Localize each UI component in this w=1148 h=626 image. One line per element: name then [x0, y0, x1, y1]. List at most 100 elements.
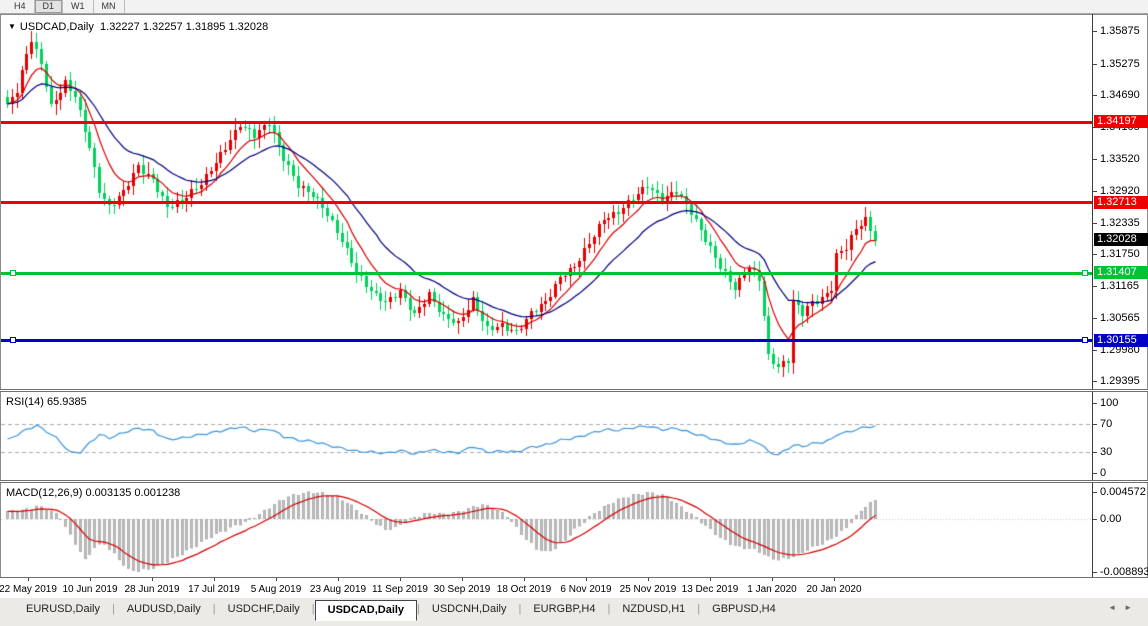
date-tick-mark	[834, 578, 835, 581]
date-tick-mark	[710, 578, 711, 581]
price-tick-mark	[1093, 95, 1097, 96]
macd-tick-label: 0.00	[1100, 513, 1121, 525]
level-line-1.30155[interactable]	[1, 339, 1092, 342]
date-tick-mark	[586, 578, 587, 581]
macd-values: 0.003135 0.001238	[85, 487, 180, 499]
rsi-tick-mark	[1093, 403, 1097, 404]
price-tick-mark	[1093, 254, 1097, 255]
chart-tab-audusd[interactable]: AUDUSD,Daily	[115, 600, 213, 619]
tab-scroll-right-icon[interactable]: ►	[1124, 603, 1140, 612]
date-tick-mark	[648, 578, 649, 581]
panel-splitter-macd[interactable]	[0, 480, 1148, 483]
tab-scroll-arrows: ◄►	[1108, 603, 1140, 612]
price-tick-mark	[1093, 191, 1097, 192]
price-tick-label: 1.35275	[1100, 58, 1140, 70]
chart-tab-usdchf[interactable]: USDCHF,Daily	[216, 600, 312, 619]
symbol-dropdown-arrow-icon[interactable]: ▼	[8, 22, 16, 31]
price-tick-mark	[1093, 318, 1097, 319]
period-tab-w1[interactable]: W1	[63, 0, 94, 13]
chart-tab-usdcnh[interactable]: USDCNH,Daily	[420, 600, 519, 619]
panel-splitter-rsi[interactable]	[0, 389, 1148, 392]
date-label: 13 Dec 2019	[682, 584, 739, 595]
level-line-handle[interactable]	[1082, 270, 1088, 276]
price-tick-mark	[1093, 381, 1097, 382]
period-tab-mn[interactable]: MN	[94, 0, 125, 13]
price-tick-label: 1.33520	[1100, 153, 1140, 165]
date-tick-mark	[276, 578, 277, 581]
date-label: 17 Jul 2019	[188, 584, 240, 595]
macd-tick-mark	[1093, 572, 1097, 573]
price-tick-label: 1.29395	[1100, 375, 1140, 387]
date-tick-mark	[28, 578, 29, 581]
date-tick-mark	[338, 578, 339, 581]
level-line-handle[interactable]	[10, 270, 16, 276]
tab-scroll-left-icon[interactable]: ◄	[1108, 603, 1124, 612]
price-tick-label: 1.30565	[1100, 312, 1140, 324]
date-tick-mark	[462, 578, 463, 581]
rsi-name: RSI(14)	[6, 396, 44, 408]
trading-terminal: H4D1W1MN ▼ USDCAD,Daily 1.32227 1.32257 1…	[0, 0, 1148, 626]
date-tick-mark	[524, 578, 525, 581]
chart-tab-nzdusd[interactable]: NZDUSD,H1	[610, 600, 697, 619]
macd-label: MACD(12,26,9) 0.003135 0.001238	[6, 487, 180, 499]
price-tick-label: 1.32335	[1100, 217, 1140, 229]
rsi-tick-label: 0	[1100, 467, 1106, 479]
date-tick-mark	[214, 578, 215, 581]
period-tabbar: H4D1W1MN	[0, 0, 1148, 14]
price-badge-1.32028: 1.32028	[1094, 233, 1148, 246]
level-line-1.31407[interactable]	[1, 272, 1092, 275]
date-tick-mark	[772, 578, 773, 581]
date-label: 25 Nov 2019	[620, 584, 677, 595]
rsi-tick-label: 30	[1100, 446, 1112, 458]
period-tab-h4[interactable]: H4	[6, 0, 35, 13]
rsi-tick-mark	[1093, 424, 1097, 425]
level-line-handle[interactable]	[1082, 337, 1088, 343]
period-tab-d1[interactable]: D1	[35, 0, 64, 13]
level-line-handle[interactable]	[10, 337, 16, 343]
price-badge-1.34197: 1.34197	[1094, 115, 1148, 128]
rsi-tick-mark	[1093, 473, 1097, 474]
chart-tab-gbpusd[interactable]: GBPUSD,H4	[700, 600, 788, 619]
date-label: 10 Jun 2019	[62, 584, 117, 595]
price-tick-mark	[1093, 286, 1097, 287]
date-axis: 22 May 201910 Jun 201928 Jun 201917 Jul …	[0, 577, 1148, 598]
macd-tick-label: 0.004572	[1100, 486, 1146, 498]
date-label: 20 Jan 2020	[806, 584, 861, 595]
price-tick-mark	[1093, 64, 1097, 65]
rsi-tick-mark	[1093, 452, 1097, 453]
date-label: 18 Oct 2019	[497, 584, 551, 595]
date-label: 1 Jan 2020	[747, 584, 797, 595]
level-line-1.32713[interactable]	[1, 201, 1092, 204]
rsi-panel-canvas[interactable]	[1, 392, 1091, 480]
quote-values: 1.32227 1.32257 1.31895 1.32028	[100, 21, 268, 33]
chart-tabbar: EURUSD,Daily|AUDUSD,Daily|USDCHF,Daily|U…	[0, 597, 1148, 626]
chart-tab-usdcad[interactable]: USDCAD,Daily	[315, 600, 417, 621]
chart-tab-eurgbp[interactable]: EURGBP,H4	[521, 600, 607, 619]
symbol-label: USDCAD,Daily	[20, 21, 94, 33]
price-tick-mark	[1093, 350, 1097, 351]
price-badge-1.31407: 1.31407	[1094, 266, 1148, 279]
macd-tick-mark	[1093, 492, 1097, 493]
macd-tick-label: -0.008893	[1100, 566, 1148, 578]
macd-tick-mark	[1093, 519, 1097, 520]
chart-tab-eurusd[interactable]: EURUSD,Daily	[14, 600, 112, 619]
rsi-tick-label: 70	[1100, 418, 1112, 430]
rsi-value: 65.9385	[47, 396, 87, 408]
price-tick-label: 1.35875	[1100, 25, 1140, 37]
date-label: 5 Aug 2019	[251, 584, 302, 595]
date-label: 11 Sep 2019	[372, 584, 428, 595]
rsi-label: RSI(14) 65.9385	[6, 396, 87, 408]
date-tick-mark	[152, 578, 153, 581]
price-tick-mark	[1093, 31, 1097, 32]
price-tick-mark	[1093, 159, 1097, 160]
date-label: 28 Jun 2019	[124, 584, 179, 595]
price-tick-label: 1.31165	[1100, 280, 1139, 292]
price-badge-1.32713: 1.32713	[1094, 196, 1148, 209]
chart-title: ▼ USDCAD,Daily 1.32227 1.32257 1.31895 1.…	[8, 21, 268, 33]
date-tick-mark	[400, 578, 401, 581]
rsi-tick-label: 100	[1100, 397, 1118, 409]
level-line-1.34197[interactable]	[1, 121, 1092, 124]
price-badge-1.30155: 1.30155	[1094, 334, 1148, 347]
chart-window: ▼ USDCAD,Daily 1.32227 1.32257 1.31895 1.…	[0, 14, 1148, 597]
date-label: 23 Aug 2019	[310, 584, 366, 595]
